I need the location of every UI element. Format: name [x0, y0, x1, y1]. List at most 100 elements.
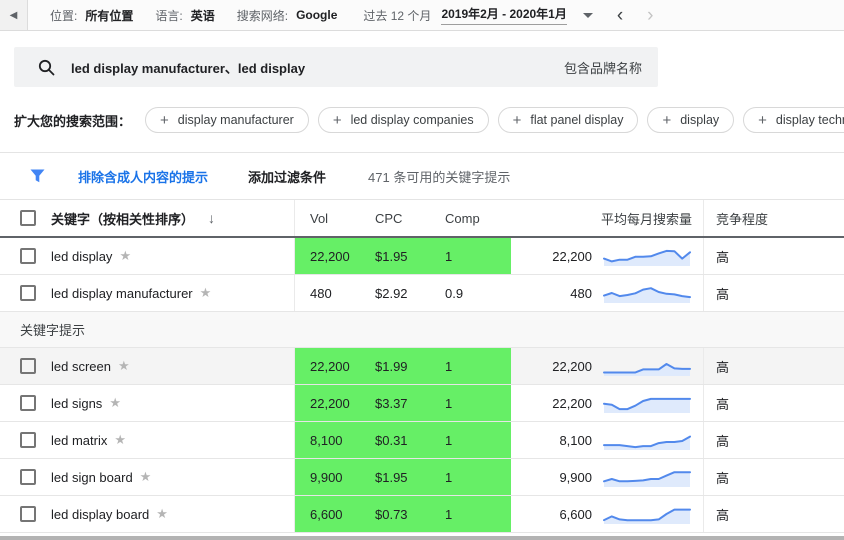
keyword-cell: led display board ★ — [0, 496, 295, 532]
star-icon[interactable]: ★ — [119, 248, 131, 264]
include-brand-label[interactable]: 包含品牌名称 — [564, 58, 642, 77]
available-keywords-count: 471 条可用的关键字提示 — [368, 169, 511, 185]
settings-toolbar: ◀ 位置: 所有位置 语言: 英语 搜索网络: Google 过去 12 个月 … — [0, 0, 844, 31]
star-icon[interactable]: ★ — [200, 285, 212, 301]
metrics-header-group: Vol CPC Comp — [295, 200, 511, 236]
collapse-panel-button[interactable]: ◀ — [0, 0, 28, 30]
vol-value: 480 — [310, 285, 332, 301]
broaden-chips: + display manufacturer + led display com… — [145, 107, 844, 133]
vol-value: 8,100 — [310, 432, 343, 448]
plus-icon: + — [512, 111, 522, 129]
broaden-label: 扩大您的搜索范围： — [14, 113, 132, 129]
cpc-value: $1.99 — [375, 358, 408, 374]
keyword-text: led sign board — [51, 469, 133, 485]
keyword-text: led matrix — [51, 432, 108, 448]
keyword-text: led display board — [51, 506, 150, 522]
competition-cell: 高 — [703, 422, 844, 458]
comp-value: 1 — [445, 358, 453, 374]
competition-value: 高 — [716, 249, 730, 265]
row-checkbox[interactable] — [20, 248, 36, 264]
competition-value: 高 — [716, 433, 730, 449]
keyword-cell: led matrix ★ — [0, 422, 295, 458]
metrics-group: 480 $2.92 0.9 — [295, 275, 511, 311]
broaden-chip[interactable]: + display technology — [743, 107, 844, 133]
comp-column-header[interactable]: Comp — [445, 200, 511, 236]
table-row: led display manufacturer ★ 480 $2.92 0.9… — [0, 275, 844, 312]
cpc-value: $1.95 — [375, 248, 408, 264]
add-filter-button[interactable]: 添加过滤条件 — [248, 167, 326, 186]
avg-monthly-cell: 480 — [511, 275, 703, 311]
table-row: led signs ★ 22,200 $3.37 1 22,200 高 — [0, 385, 844, 422]
selected-keywords-body: led display ★ 22,200 $1.95 1 22,200 高 le… — [0, 238, 844, 312]
avg-monthly-cell: 9,900 — [511, 459, 703, 495]
star-icon[interactable]: ★ — [156, 506, 168, 522]
row-checkbox[interactable] — [20, 358, 36, 374]
comp-value: 1 — [445, 506, 453, 522]
keyword-ideas-section-header: 关键字提示 — [0, 312, 844, 348]
select-all-checkbox[interactable] — [20, 210, 36, 226]
plus-icon: + — [662, 111, 672, 129]
cpc-column-header[interactable]: CPC — [375, 200, 445, 236]
broaden-search-row: 扩大您的搜索范围： + display manufacturer + led d… — [14, 107, 844, 133]
keyword-cell: led display manufacturer ★ — [0, 275, 295, 311]
horizontal-scrollbar[interactable] — [0, 536, 844, 540]
row-checkbox[interactable] — [20, 285, 36, 301]
next-period-button[interactable]: › — [647, 6, 653, 25]
competition-value: 高 — [716, 286, 730, 302]
search-input[interactable]: led display manufacturer、led display — [71, 58, 305, 77]
table-row: led screen ★ 22,200 $1.99 1 22,200 高 — [0, 348, 844, 385]
competition-value: 高 — [716, 470, 730, 486]
competition-column-header[interactable]: 竞争程度 — [716, 209, 768, 228]
row-checkbox[interactable] — [20, 432, 36, 448]
vol-value: 22,200 — [310, 358, 350, 374]
keyword-header-cell: 关键字（按相关性排序） ↓ — [0, 200, 295, 236]
keyword-search-bar[interactable]: led display manufacturer、led display 包含品… — [14, 47, 658, 87]
cpc-value: $2.92 — [375, 285, 408, 301]
row-checkbox[interactable] — [20, 506, 36, 522]
broaden-chip[interactable]: + led display companies — [317, 107, 489, 133]
exclude-adult-filter-link[interactable]: 排除含成人内容的提示 — [78, 167, 208, 186]
competition-value: 高 — [716, 507, 730, 523]
row-checkbox[interactable] — [20, 469, 36, 485]
chip-label: display technology — [775, 113, 844, 127]
avg-monthly-cell: 8,100 — [511, 422, 703, 458]
chevron-down-icon[interactable] — [582, 12, 593, 18]
avg-monthly-column-header[interactable]: 平均每月搜索量 — [601, 209, 692, 228]
avg-monthly-value: 22,200 — [552, 395, 592, 411]
broaden-chip[interactable]: + display manufacturer — [145, 107, 309, 133]
avg-monthly-value: 6,600 — [559, 506, 592, 522]
avg-monthly-header-cell: 平均每月搜索量 — [511, 200, 703, 236]
star-icon[interactable]: ★ — [140, 469, 152, 485]
star-icon[interactable]: ★ — [109, 395, 121, 411]
row-checkbox[interactable] — [20, 395, 36, 411]
sort-descending-icon[interactable]: ↓ — [208, 210, 215, 226]
broaden-chip[interactable]: + flat panel display — [497, 107, 639, 133]
date-range-dropdown[interactable]: 2019年2月 - 2020年1月 — [441, 5, 567, 25]
language-label: 语言: — [155, 8, 183, 23]
vol-value: 6,600 — [310, 506, 343, 522]
metrics-group: 9,900 $1.95 1 — [295, 459, 511, 495]
comp-value: 1 — [445, 469, 453, 485]
language-value[interactable]: 英语 — [191, 7, 215, 24]
trend-sparkline — [603, 508, 691, 524]
network-value[interactable]: Google — [296, 8, 337, 22]
avg-monthly-cell: 22,200 — [511, 348, 703, 384]
vol-column-header[interactable]: Vol — [295, 200, 375, 236]
location-value[interactable]: 所有位置 — [85, 7, 133, 24]
avg-monthly-cell: 6,600 — [511, 496, 703, 532]
trend-sparkline — [603, 287, 691, 303]
chip-label: display manufacturer — [177, 113, 294, 127]
star-icon[interactable]: ★ — [114, 432, 126, 448]
trend-sparkline — [603, 363, 691, 376]
star-icon[interactable]: ★ — [118, 358, 130, 374]
section-label: 关键字提示 — [20, 323, 86, 338]
previous-period-button[interactable]: ‹ — [617, 6, 623, 25]
keyword-text: led display manufacturer — [51, 285, 193, 301]
table-row: led display ★ 22,200 $1.95 1 22,200 高 — [0, 238, 844, 275]
competition-cell: 高 — [703, 238, 844, 274]
keyword-column-header[interactable]: 关键字（按相关性排序） — [51, 209, 194, 228]
trend-sparkline — [603, 397, 691, 413]
broaden-chip[interactable]: + display — [647, 107, 735, 133]
filter-funnel-icon[interactable] — [30, 169, 45, 183]
table-header-row: 关键字（按相关性排序） ↓ Vol CPC Comp 平均每月搜索量 竞争程度 — [0, 200, 844, 238]
